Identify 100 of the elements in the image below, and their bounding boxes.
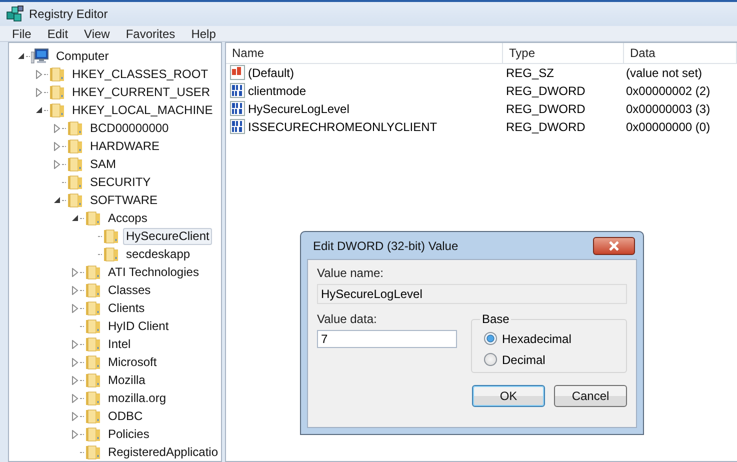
folder-icon <box>103 228 119 244</box>
tree-item[interactable]: HKEY_CLASSES_ROOT <box>69 66 212 82</box>
folder-icon <box>85 210 101 226</box>
expanded-arrow-icon[interactable] <box>53 196 61 204</box>
tree-item[interactable]: HyID Client <box>105 318 172 334</box>
folder-icon <box>85 318 101 334</box>
collapsed-arrow-icon[interactable] <box>71 268 79 276</box>
dialog-title: Edit DWORD (32-bit) Value <box>313 238 458 252</box>
tree-item[interactable]: HySecureClient <box>123 228 212 244</box>
folder-icon <box>103 246 119 262</box>
tree-item[interactable]: secdeskapp <box>123 246 194 262</box>
tree-item[interactable]: mozilla.org <box>105 390 170 406</box>
folder-icon <box>84 444 101 460</box>
value-data-field[interactable]: 7 <box>317 330 457 348</box>
tree-item[interactable]: SOFTWARE <box>87 192 161 208</box>
folder-icon <box>85 408 101 424</box>
menu-item[interactable]: Help <box>183 26 224 41</box>
folder-icon <box>49 102 65 118</box>
radio-label[interactable]: Hexadecimal <box>502 332 572 346</box>
value-data: (value not set) <box>625 66 704 80</box>
folder-icon <box>85 426 101 442</box>
menu-item[interactable]: View <box>76 26 118 41</box>
tree-item[interactable]: SECURITY <box>87 174 154 190</box>
collapsed-arrow-icon[interactable] <box>71 430 79 438</box>
tree-item[interactable]: BCD00000000 <box>87 120 172 136</box>
folder-icon <box>67 156 83 172</box>
tree-item[interactable]: Intel <box>105 336 134 352</box>
computer-icon <box>31 48 49 64</box>
collapsed-arrow-icon[interactable] <box>71 376 79 384</box>
tree-item[interactable]: RegisteredApplicatio <box>104 444 221 460</box>
collapsed-arrow-icon[interactable] <box>71 358 79 366</box>
collapsed-arrow-icon[interactable] <box>35 70 43 78</box>
tree-item[interactable]: ODBC <box>105 408 146 424</box>
folder-icon <box>67 120 83 136</box>
collapsed-arrow-icon[interactable] <box>71 394 79 402</box>
collapsed-arrow-icon[interactable] <box>71 286 79 294</box>
folder-icon <box>49 84 65 100</box>
close-button[interactable] <box>593 236 635 254</box>
value-name: ISSECURECHROMEONLYCLIENT <box>248 120 438 134</box>
collapsed-arrow-icon[interactable] <box>53 124 61 132</box>
expanded-arrow-icon[interactable] <box>35 106 43 114</box>
folder-icon <box>67 138 83 154</box>
value-data: 0x00000002 (2) <box>625 84 712 98</box>
tree-item[interactable]: Accops <box>105 210 150 226</box>
folder-icon <box>85 264 101 280</box>
column-header[interactable]: Data <box>624 43 737 63</box>
column-header[interactable]: Name <box>226 43 503 63</box>
close-icon <box>608 240 620 250</box>
ok-button[interactable]: OK <box>472 385 545 407</box>
folder-icon <box>85 336 101 352</box>
folder-icon <box>67 192 83 208</box>
tree-item[interactable]: HKEY_CURRENT_USER <box>69 84 214 100</box>
tree-item[interactable]: ATI Technologies <box>105 264 202 280</box>
value-type: REG_DWORD <box>505 102 586 116</box>
expanded-arrow-icon[interactable] <box>17 52 25 60</box>
collapsed-arrow-icon[interactable] <box>71 304 79 312</box>
tree-item[interactable]: HKEY_LOCAL_MACHINE <box>69 102 216 118</box>
value-name-field: HySecureLogLevel <box>317 284 627 304</box>
cancel-button[interactable]: Cancel <box>554 385 627 407</box>
collapsed-arrow-icon[interactable] <box>53 160 61 168</box>
menu-item[interactable]: Edit <box>39 26 76 41</box>
binary-value-icon <box>230 119 246 135</box>
collapsed-arrow-icon[interactable] <box>71 340 79 348</box>
group-label: Base <box>480 312 512 326</box>
menu-item[interactable]: Favorites <box>118 26 184 41</box>
tree-item[interactable]: HARDWARE <box>87 138 163 154</box>
string-value-icon <box>230 65 246 81</box>
folder-icon <box>85 390 101 406</box>
value-type: REG_DWORD <box>505 120 586 134</box>
tree-item[interactable]: SAM <box>87 156 120 172</box>
value-data: 0x00000003 (3) <box>625 102 712 116</box>
cubes-icon <box>6 5 24 24</box>
value-name: HySecureLogLevel <box>248 102 350 116</box>
folder-icon <box>85 354 101 370</box>
folder-icon <box>85 282 101 298</box>
tree-item[interactable]: Clients <box>105 300 148 316</box>
collapsed-arrow-icon[interactable] <box>35 88 43 96</box>
radio-button[interactable] <box>484 332 497 345</box>
binary-value-icon <box>230 83 246 99</box>
column-header[interactable]: Type <box>503 43 624 63</box>
binary-value-icon <box>230 101 246 117</box>
collapsed-arrow-icon[interactable] <box>71 412 79 420</box>
window-title: Registry Editor <box>29 7 108 22</box>
field-label: Value data: <box>317 312 378 326</box>
value-type: REG_DWORD <box>505 84 586 98</box>
value-name: (Default) <box>248 66 294 80</box>
radio-label[interactable]: Decimal <box>502 352 546 366</box>
collapsed-arrow-icon[interactable] <box>53 142 61 150</box>
value-data: 0x00000000 (0) <box>625 120 712 134</box>
menu-item[interactable]: File <box>4 26 40 41</box>
expanded-arrow-icon[interactable] <box>71 214 79 222</box>
tree-item[interactable]: Policies <box>105 426 152 442</box>
folder-icon <box>67 174 83 190</box>
tree-item[interactable]: Microsoft <box>105 354 160 370</box>
tree-item[interactable]: Mozilla <box>105 372 148 388</box>
value-name: clientmode <box>248 84 306 98</box>
tree-item[interactable]: Computer <box>53 48 112 64</box>
folder-icon <box>85 372 101 388</box>
radio-button[interactable] <box>484 353 497 366</box>
tree-item[interactable]: Classes <box>105 282 154 298</box>
